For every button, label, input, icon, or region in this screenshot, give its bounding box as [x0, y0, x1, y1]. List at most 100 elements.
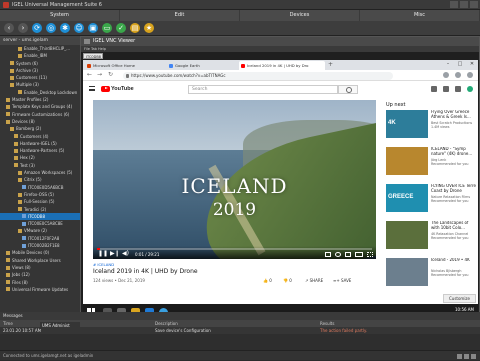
- new-tab-button[interactable]: +: [328, 61, 333, 68]
- minimize-button[interactable]: [450, 1, 458, 8]
- video-thumbnail[interactable]: 4K: [386, 110, 428, 138]
- notifications-bell-icon[interactable]: [455, 86, 461, 92]
- tree-item[interactable]: Views (8): [0, 264, 81, 271]
- tree-item[interactable]: ITC0002B2F1E8: [0, 242, 81, 249]
- tree-item[interactable]: Mobile Devices (0): [0, 249, 81, 256]
- maximize-button[interactable]: [460, 1, 468, 8]
- search-icon[interactable]: [338, 84, 358, 94]
- subtitles-icon[interactable]: [325, 251, 331, 257]
- tree-item[interactable]: Test (3): [0, 162, 81, 169]
- settings-icon[interactable]: ✱: [60, 23, 70, 33]
- close-button[interactable]: [470, 1, 478, 8]
- menu-system[interactable]: System: [0, 10, 120, 21]
- tree-item[interactable]: ITC00E0C5A8C8E: [0, 220, 81, 227]
- tree-item[interactable]: Firefox-OSS (5): [0, 191, 81, 198]
- video-thumbnail[interactable]: GREECE: [386, 184, 428, 212]
- tree-item[interactable]: Shared Workplace Users: [0, 257, 81, 264]
- tree-item[interactable]: Enable_IBM: [0, 52, 81, 59]
- tree-item[interactable]: Enable_Desktop Lockdown: [0, 89, 81, 96]
- create-video-icon[interactable]: [431, 86, 437, 92]
- account-avatar[interactable]: [467, 86, 473, 92]
- col-results[interactable]: Results: [320, 320, 334, 327]
- tab-office[interactable]: Microsoft Office Home: [85, 61, 165, 70]
- document-icon[interactable]: ▤: [130, 23, 140, 33]
- play-pause-icon[interactable]: ❚❚: [98, 251, 108, 257]
- tree-item[interactable]: Customers (11): [0, 74, 81, 81]
- browser-maximize-icon[interactable]: □: [454, 60, 466, 68]
- url-field[interactable]: https://www.youtube.com/watch?v=abTITNAG…: [123, 71, 393, 80]
- tree-item[interactable]: Amazon Workspaces (5): [0, 169, 81, 176]
- up-next-item[interactable]: GREECE FLYING OVER ICE Terre Coast by Dro…: [386, 184, 476, 214]
- video-hashtag[interactable]: # ICELAND: [93, 262, 114, 267]
- tree-item[interactable]: ITC00E0D5A6BCB: [0, 184, 81, 191]
- monitor-icon[interactable]: ▭: [102, 23, 112, 33]
- up-next-item[interactable]: Iceland - 2019 • 4K Nicholas Bjlsbergh Re…: [386, 258, 476, 288]
- tree-item[interactable]: ITC0012F0F2A8: [0, 235, 81, 242]
- up-next-item[interactable]: ICELAND - "Symp nature" (4K) drone... Jör…: [386, 147, 476, 177]
- miniplayer-icon[interactable]: [345, 251, 351, 257]
- save-button[interactable]: ≡+ SAVE: [333, 278, 351, 283]
- hamburger-menu-icon[interactable]: [89, 86, 95, 91]
- profile-icon[interactable]: [455, 72, 461, 78]
- menu-misc[interactable]: Misc: [360, 10, 480, 21]
- reload-icon[interactable]: ↻: [108, 71, 113, 78]
- up-next-item[interactable]: The Landscapes of with 10bit Colo... 4K R…: [386, 221, 476, 251]
- youtube-logo[interactable]: YouTube: [101, 85, 134, 93]
- back-icon[interactable]: ‹: [4, 23, 14, 33]
- tree-item[interactable]: Enable_ThirdBHCLIP_...: [0, 45, 81, 52]
- tree-item[interactable]: Devices (8): [0, 118, 81, 125]
- settings-gear-icon[interactable]: [335, 251, 341, 257]
- tree-item[interactable]: Master Profiles (2): [0, 96, 81, 103]
- tree-item[interactable]: Customers (4): [0, 133, 81, 140]
- star-icon[interactable]: ★: [144, 23, 154, 33]
- tree-item[interactable]: Universal Firmware Updates: [0, 286, 81, 293]
- youtube-search-input[interactable]: Search: [188, 84, 338, 94]
- tree-server-header[interactable]: server - ums.igelam: [0, 36, 81, 45]
- video-thumbnail[interactable]: [386, 221, 428, 249]
- customize-button[interactable]: Customize: [443, 294, 476, 303]
- progress-bar[interactable]: [97, 248, 372, 250]
- browser-close-icon[interactable]: ✕: [466, 60, 478, 68]
- tree-item[interactable]: Teradici (2): [0, 206, 81, 213]
- device-icon[interactable]: ▣: [88, 23, 98, 33]
- globe-icon[interactable]: ◎: [46, 23, 56, 33]
- tree-item[interactable]: Multiple (3): [0, 81, 81, 88]
- volume-icon[interactable]: ◀): [122, 251, 129, 257]
- tree-item[interactable]: Hardware-IGEL (5): [0, 140, 81, 147]
- tree-item[interactable]: ITC0DB8: [0, 212, 81, 221]
- video-player[interactable]: ICELAND 2019 ❚❚ ▶❙ ◀) 0:01 / 29:21: [93, 100, 376, 259]
- tree-item[interactable]: Template Keys and Groups (4): [0, 103, 81, 110]
- like-button[interactable]: 👍 0: [263, 278, 272, 283]
- user-icon[interactable]: ☺: [74, 23, 84, 33]
- video-thumbnail[interactable]: [386, 147, 428, 175]
- tree-item[interactable]: Files (8): [0, 279, 81, 286]
- refresh-icon[interactable]: ⟳: [32, 23, 42, 33]
- apps-grid-icon[interactable]: [443, 86, 449, 92]
- share-button[interactable]: ↗ SHARE: [305, 278, 323, 283]
- dislike-button[interactable]: 👎 0: [283, 278, 292, 283]
- tab-youtube[interactable]: Iceland 2019 in 4K | UHD by Dro: [239, 61, 325, 70]
- check-icon[interactable]: ✓: [116, 23, 126, 33]
- more-menu-icon[interactable]: [467, 72, 473, 78]
- tree-item[interactable]: Bamberg (2): [0, 125, 81, 132]
- tree-item[interactable]: Full-Session (5): [0, 198, 81, 205]
- up-next-item[interactable]: 4K Flying Over Greece Athens & Greek Is..…: [386, 110, 476, 140]
- tab-google-earth[interactable]: Google Earth: [167, 61, 237, 70]
- menu-edit[interactable]: Edit: [120, 10, 240, 21]
- tree-item[interactable]: Archive (3): [0, 67, 81, 74]
- col-description[interactable]: Description: [155, 320, 178, 327]
- star-bookmark-icon[interactable]: [443, 72, 449, 78]
- tree-item[interactable]: Jobs (12): [0, 271, 81, 278]
- forward-icon[interactable]: ›: [18, 23, 28, 33]
- col-time[interactable]: Time: [3, 320, 13, 327]
- vnc-session-tab[interactable]: ITC0DB8: [83, 53, 103, 59]
- theater-mode-icon[interactable]: [355, 251, 363, 257]
- tree-item[interactable]: VMware (2): [0, 227, 81, 234]
- tree-item[interactable]: System (6): [0, 60, 81, 67]
- next-video-icon[interactable]: ▶❙: [110, 251, 120, 257]
- vnc-menu[interactable]: File Tab Help: [81, 46, 479, 52]
- forward-arrow-icon[interactable]: →: [97, 71, 102, 78]
- tree-item[interactable]: Hex (2): [0, 154, 81, 161]
- fullscreen-icon[interactable]: [367, 251, 373, 257]
- tree-item[interactable]: Citrix (5): [0, 176, 81, 183]
